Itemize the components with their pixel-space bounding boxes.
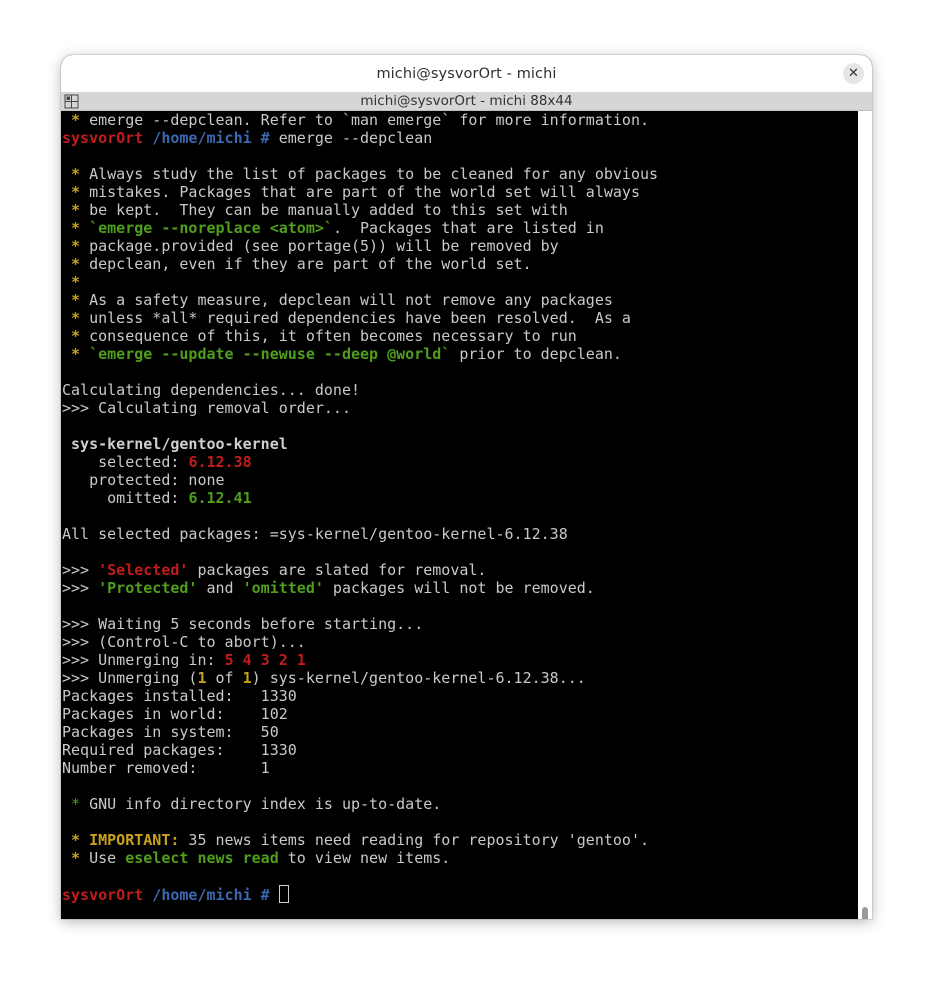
terminal-line: * `emerge --noreplace <atom>`. Packages … [62,219,604,237]
prompt-line: sysvorOrt /home/michi # emerge --depclea… [62,129,433,147]
terminal-line: >>> Unmerging (1 of 1) sys-kernel/gentoo… [62,669,586,687]
terminal-line: >>> 'Protected' and 'omitted' packages w… [62,579,595,597]
terminal-line: * As a safety measure, depclean will not… [62,291,613,309]
terminal-line: * `emerge --update --newuse --deep @worl… [62,345,622,363]
terminal-line: * consequence of this, it often becomes … [62,327,577,345]
terminal-line: * GNU info directory index is up-to-date… [62,795,442,813]
terminal-line: * package.provided (see portage(5)) will… [62,237,559,255]
terminal-line: protected: none [62,471,225,489]
window-title: michi@sysvorOrt - michi [376,65,557,82]
terminal-line: Number removed: 1 [62,759,270,777]
terminal-line: >>> Unmerging in: 5 4 3 2 1 [62,651,306,669]
title-bar[interactable]: michi@sysvorOrt - michi ✕ [61,55,872,92]
tab-bar: michi@sysvorOrt - michi 88x44 [61,92,872,111]
terminal-line: * unless *all* required dependencies hav… [62,309,631,327]
terminal-line: * IMPORTANT: 35 news items need reading … [62,831,650,849]
terminal-line: Packages installed: 1330 [62,687,297,705]
terminal-line: * [62,273,81,291]
terminal-line: * mistakes. Packages that are part of th… [62,183,640,201]
package-name: sys-kernel/gentoo-kernel [62,435,288,453]
terminal-line: selected: 6.12.38 [62,453,252,471]
terminal-line: * be kept. They can be manually added to… [62,201,568,219]
scrollbar[interactable] [858,111,872,919]
terminal-line: * depclean, even if they are part of the… [62,255,532,273]
terminal-line: * Always study the list of packages to b… [62,165,659,183]
close-button[interactable]: ✕ [843,63,864,84]
terminal-line: * Use eselect news read to view new item… [62,849,451,867]
terminal-line: Required packages: 1330 [62,741,297,759]
grid-icon[interactable] [64,94,79,109]
terminal-line: >>> Calculating removal order... [62,399,351,417]
terminal-line: >>> 'Selected' packages are slated for r… [62,561,487,579]
terminal-line: >>> Waiting 5 seconds before starting... [62,615,424,633]
close-icon: ✕ [848,66,859,81]
tab-title: michi@sysvorOrt - michi 88x44 [360,93,573,109]
terminal-line: >>> (Control-C to abort)... [62,633,306,651]
terminal-line: All selected packages: =sys-kernel/gento… [62,525,568,543]
prompt-line[interactable]: sysvorOrt /home/michi # [62,885,289,904]
terminal-window: michi@sysvorOrt - michi ✕ michi@sysvorOr… [61,55,872,919]
terminal-line: * emerge --depclean. Refer to `man emerg… [62,111,650,129]
terminal-line: Calculating dependencies... done! [62,381,361,399]
scrollbar-thumb[interactable] [862,907,868,919]
terminal-line: Packages in world: 102 [62,705,288,723]
terminal-line: Packages in system: 50 [62,723,279,741]
terminal-line: omitted: 6.12.41 [62,489,252,507]
text-cursor [278,885,289,903]
terminal-output[interactable]: * emerge --depclean. Refer to `man emerg… [61,111,858,919]
